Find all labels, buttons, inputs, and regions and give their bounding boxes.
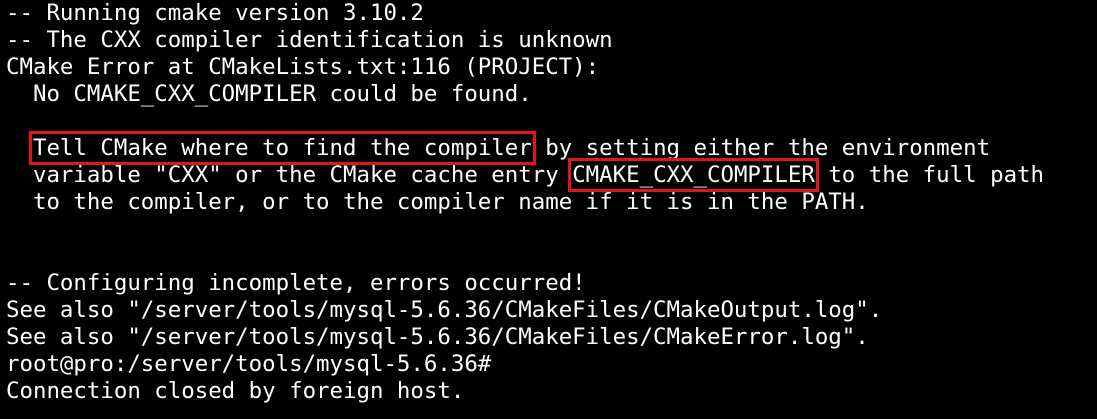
output-line-see-also-error-log: See also "/server/tools/mysql-5.6.36/CMa… [6, 324, 869, 350]
line-rest: by setting either the environment [531, 135, 991, 161]
line-rest: to the full path [814, 162, 1045, 188]
output-line-variable-cxx: variable "CXX" or the CMake cache entry … [6, 158, 1097, 192]
output-line-connection-closed: Connection closed by foreign host. [6, 378, 465, 404]
output-line-to-compiler: to the compiler, or to the compiler name… [6, 189, 869, 215]
terminal-window[interactable]: -- Running cmake version 3.10.2 -- The C… [0, 0, 1097, 419]
output-line-no-compiler: No CMAKE_CXX_COMPILER could be found. [6, 81, 532, 107]
output-line-see-also-output-log: See also "/server/tools/mysql-5.6.36/CMa… [6, 297, 883, 323]
shell-prompt[interactable]: root@pro:/server/tools/mysql-5.6.36# [6, 351, 1097, 378]
highlighted-tell-cmake: Tell CMake where to find the compiler [28, 131, 536, 165]
line-start: variable "CXX" or the CMake cache entry [6, 162, 573, 188]
output-line-configuring-incomplete: -- Configuring incomplete, errors occurr… [6, 270, 586, 296]
output-line-cmake-error: CMake Error at CMakeLists.txt:116 (PROJE… [6, 54, 600, 80]
output-line-tell-cmake: Tell CMake where to find the compiler by… [6, 131, 1097, 165]
highlighted-cmake-cxx-compiler: CMAKE_CXX_COMPILER [568, 158, 819, 192]
output-line-compiler-id: -- The CXX compiler identification is un… [6, 27, 613, 53]
output-line-cmake-version: -- Running cmake version 3.10.2 [6, 0, 424, 26]
